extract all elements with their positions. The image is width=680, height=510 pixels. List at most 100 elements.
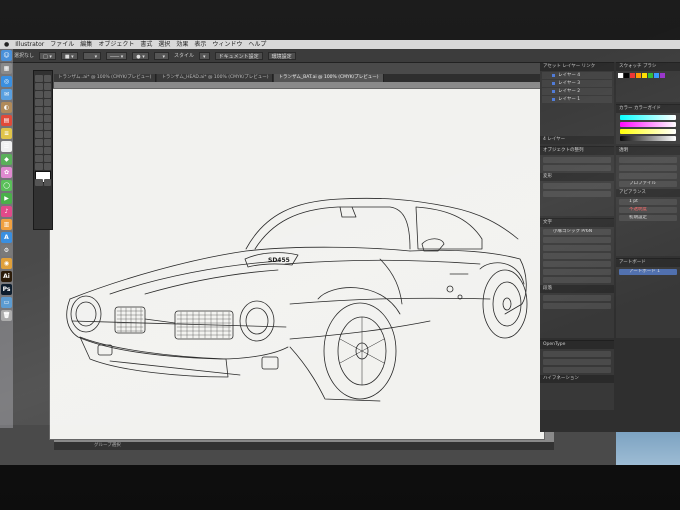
lasso-tool-icon[interactable] <box>43 83 51 90</box>
style-field[interactable]: ▾ <box>199 51 210 60</box>
photoshop-icon[interactable]: Ps <box>1 284 12 295</box>
swatch[interactable] <box>648 73 653 78</box>
swatch[interactable] <box>642 73 647 78</box>
swatch[interactable] <box>660 73 665 78</box>
slice-tool-icon[interactable] <box>43 163 51 170</box>
profile-row[interactable]: プロファイル <box>619 181 677 187</box>
tab-document-3[interactable]: トランザム_BAT.ai @ 100% (CMYK/プレビュー) <box>274 74 384 82</box>
illustrator-icon[interactable]: Ai <box>1 271 12 282</box>
artboard[interactable]: SD455 <box>49 88 545 440</box>
facetime-icon[interactable]: ▶ <box>1 193 12 204</box>
appearance-stroke-row[interactable]: 1 pt <box>619 199 677 205</box>
artboard-tool-icon[interactable] <box>35 155 43 162</box>
scale-field[interactable] <box>543 269 611 275</box>
stroke-swatch[interactable]: ■ ▾ <box>60 51 78 60</box>
music-icon[interactable]: ♪ <box>1 206 12 217</box>
layer-row[interactable]: レイヤー 1 <box>542 96 612 103</box>
artboard-row[interactable]: アートボード 1 <box>619 269 677 275</box>
menu-app[interactable]: Illustrator <box>15 40 44 49</box>
tab-brushes[interactable]: ブラシ <box>643 64 656 69</box>
reminders-icon[interactable]: ☰ <box>1 141 12 152</box>
mail-icon[interactable]: ✉ <box>1 89 12 100</box>
menu-edit[interactable]: 編集 <box>80 40 92 49</box>
opentype-row[interactable] <box>543 367 611 373</box>
trash-icon[interactable]: 🗑 <box>1 310 12 321</box>
calendar-icon[interactable]: ▤ <box>1 115 12 126</box>
brush-field[interactable]: ● ▾ <box>132 51 149 60</box>
swatch[interactable] <box>624 73 629 78</box>
align-row[interactable] <box>543 165 611 171</box>
menu-view[interactable]: 表示 <box>194 40 206 49</box>
baseline-field[interactable] <box>543 277 611 283</box>
width-tool-icon[interactable] <box>35 131 43 138</box>
align-row[interactable] <box>543 157 611 163</box>
font-size-field[interactable] <box>543 245 611 251</box>
messages-icon[interactable]: ◯ <box>1 180 12 191</box>
appstore-icon[interactable]: A <box>1 232 12 243</box>
swatch[interactable] <box>618 73 623 78</box>
opentype-row[interactable] <box>543 359 611 365</box>
screen-mode-icon[interactable] <box>43 179 51 186</box>
contacts-icon[interactable]: ◐ <box>1 102 12 113</box>
menu-type[interactable]: 書式 <box>140 40 152 49</box>
font-style-field[interactable] <box>543 237 611 243</box>
tracking-field[interactable] <box>543 261 611 267</box>
variable-width-field[interactable]: ─── ▾ <box>106 51 128 60</box>
curvature-tool-icon[interactable] <box>43 91 51 98</box>
finder-icon[interactable]: ☺ <box>1 50 12 61</box>
blend-tool-icon[interactable] <box>43 147 51 154</box>
eraser-tool-icon[interactable] <box>43 115 51 122</box>
shape-builder-tool-icon[interactable] <box>35 139 43 146</box>
swatch[interactable] <box>636 73 641 78</box>
opentype-row[interactable] <box>543 351 611 357</box>
eyedropper-tool-icon[interactable] <box>35 147 43 154</box>
chrome-icon[interactable]: ◉ <box>1 258 12 269</box>
swatch[interactable] <box>630 73 635 78</box>
type-tool-icon[interactable] <box>35 99 43 106</box>
layer-row[interactable]: レイヤー 4 <box>542 72 612 79</box>
transform-row[interactable] <box>543 191 611 197</box>
pen-tool-icon[interactable] <box>35 91 43 98</box>
transparency-row[interactable] <box>619 157 677 163</box>
leading-field[interactable] <box>543 253 611 259</box>
stroke-weight-field[interactable]: ▾ <box>82 51 102 60</box>
rectangle-tool-icon[interactable] <box>35 107 43 114</box>
hand-tool-icon[interactable] <box>43 155 51 162</box>
paragraph-row[interactable] <box>543 303 611 309</box>
black-slider[interactable] <box>620 136 676 141</box>
menu-help[interactable]: ヘルプ <box>248 40 266 49</box>
magenta-slider[interactable] <box>620 122 676 127</box>
menu-select[interactable]: 選択 <box>158 40 170 49</box>
transparency-row[interactable] <box>619 173 677 179</box>
tab-swatches[interactable]: スウォッチ <box>619 64 642 69</box>
launchpad-icon[interactable]: ▦ <box>1 63 12 74</box>
photos-icon[interactable]: ✿ <box>1 167 12 178</box>
appearance-opacity-row[interactable]: 不透明度 <box>619 207 677 213</box>
swatch[interactable] <box>654 73 659 78</box>
paintbrush-tool-icon[interactable] <box>43 107 51 114</box>
appearance-default-row[interactable]: 初期設定 <box>619 215 677 221</box>
tab-color[interactable]: カラー <box>619 106 633 111</box>
menu-object[interactable]: オブジェクト <box>98 40 134 49</box>
magic-wand-tool-icon[interactable] <box>35 83 43 90</box>
menu-window[interactable]: ウィンドウ <box>212 40 242 49</box>
line-tool-icon[interactable] <box>43 99 51 106</box>
preferences-button[interactable]: 環境設定 <box>267 51 296 60</box>
fill-swatch[interactable]: □ ▾ <box>39 51 56 60</box>
rotate-tool-icon[interactable] <box>35 123 43 130</box>
tab-assets[interactable]: アセット <box>543 64 561 69</box>
free-transform-tool-icon[interactable] <box>43 131 51 138</box>
document-setup-button[interactable]: ドキュメント設定 <box>214 51 263 60</box>
folder-icon[interactable]: ▭ <box>1 297 12 308</box>
books-icon[interactable]: ▥ <box>1 219 12 230</box>
scale-tool-icon[interactable] <box>43 123 51 130</box>
notes-icon[interactable]: ≡ <box>1 128 12 139</box>
pencil-tool-icon[interactable] <box>35 115 43 122</box>
tab-document-2[interactable]: トランザム_HEAD.ai* @ 100% (CMYK/プレビュー) <box>157 74 274 82</box>
tab-color-guide[interactable]: カラーガイド <box>634 106 661 111</box>
font-family-field[interactable]: 小塚ゴシック Pr6N <box>543 229 611 235</box>
layer-row[interactable]: レイヤー 2 <box>542 88 612 95</box>
tab-document-1[interactable]: トランザム..ai* @ 100% (CMYK/プレビュー) <box>54 74 157 82</box>
maps-icon[interactable]: ◆ <box>1 154 12 165</box>
direct-selection-tool-icon[interactable] <box>43 75 51 82</box>
